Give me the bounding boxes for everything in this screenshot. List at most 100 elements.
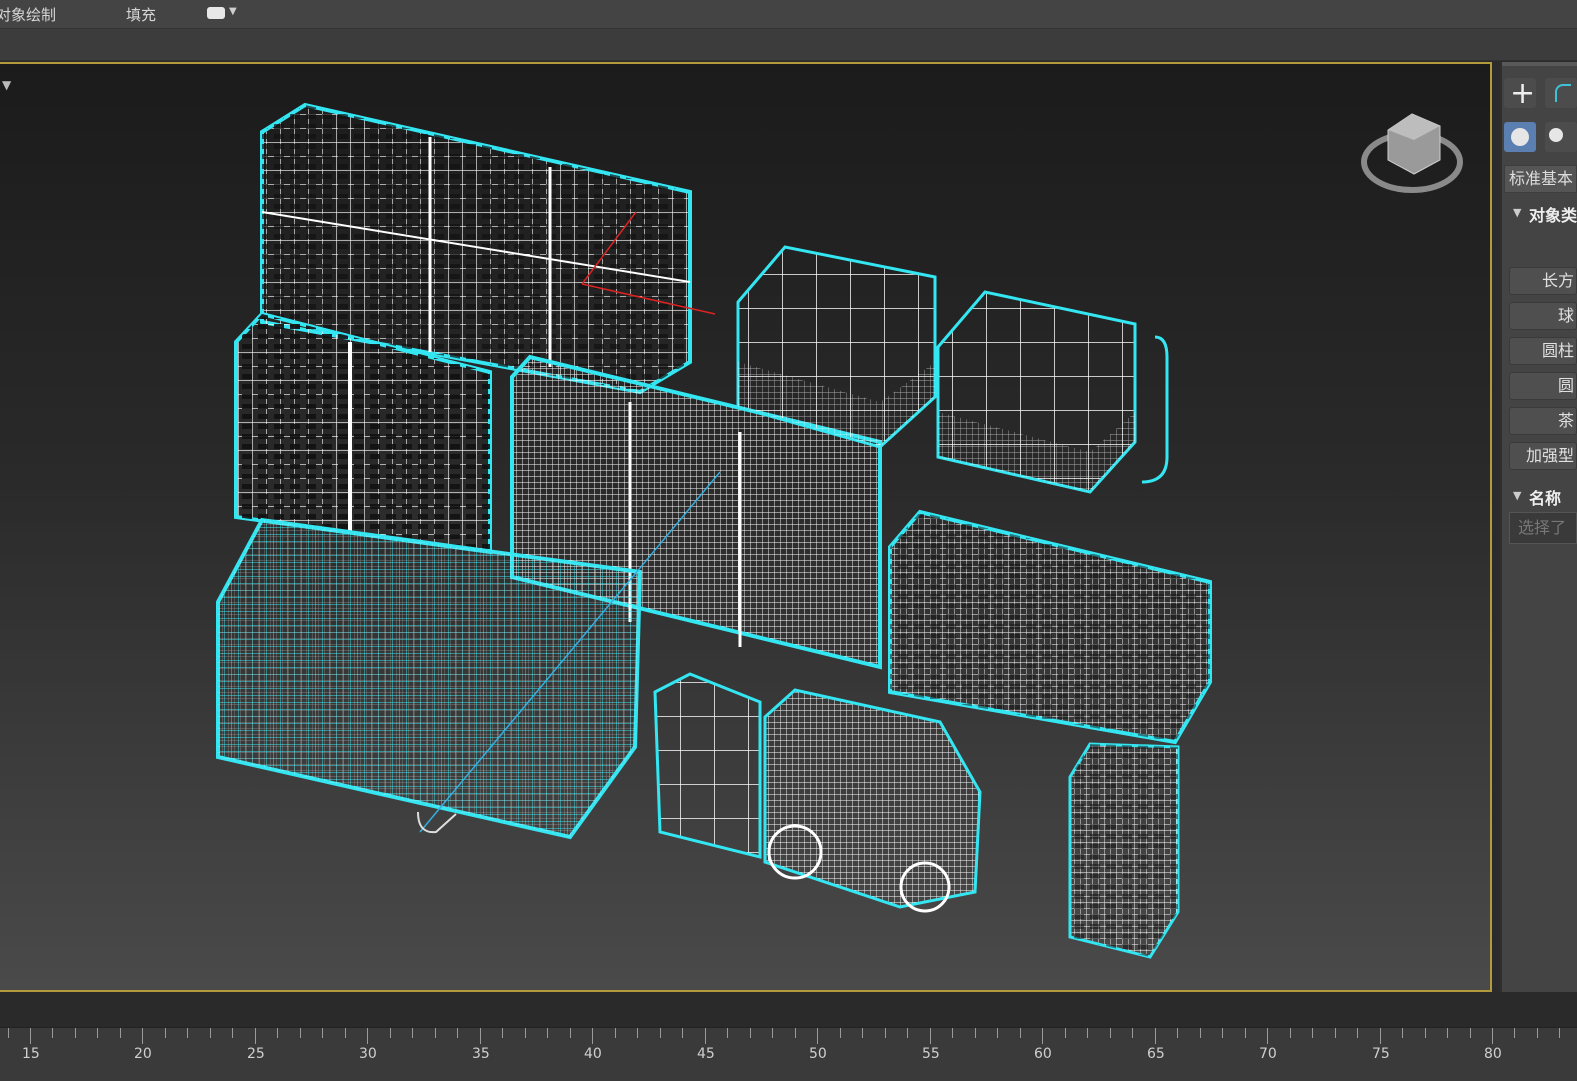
modify-tab[interactable] xyxy=(1545,78,1577,108)
collapse-arrow-icon[interactable]: ▼ xyxy=(1513,206,1521,219)
timeline-tick xyxy=(1312,1028,1313,1038)
plus-icon: + xyxy=(1510,76,1536,111)
timeline-tick xyxy=(435,1028,436,1038)
timeline-tick xyxy=(997,1028,998,1038)
timeline-tick xyxy=(930,1028,931,1044)
timeline-tick xyxy=(210,1028,211,1038)
timeline-ruler[interactable]: 15 20 25 30 35 40 45 50 55 60 65 70 75 80 xyxy=(0,1027,1577,1081)
timeline-tick xyxy=(570,1028,571,1038)
box-button[interactable]: 长方 xyxy=(1509,267,1577,295)
view-cube-icon[interactable] xyxy=(1361,113,1463,193)
timeline-tick xyxy=(750,1028,751,1038)
small-rack-wireframe[interactable] xyxy=(1068,742,1180,959)
timeline-tick xyxy=(615,1028,616,1038)
timeline-tick xyxy=(165,1028,166,1038)
name-section-title[interactable]: 名称 xyxy=(1529,485,1561,509)
timeline-tick xyxy=(142,1028,143,1044)
timeline-tick xyxy=(1267,1028,1268,1044)
timeline-tick xyxy=(727,1028,728,1038)
timeline-tick xyxy=(705,1028,706,1044)
timeline-tick xyxy=(480,1028,481,1044)
sphere-button[interactable]: 球 xyxy=(1509,302,1577,330)
timeline-tick xyxy=(255,1028,256,1044)
name-input[interactable]: 选择了 xyxy=(1509,512,1577,544)
right-container-wireframe[interactable] xyxy=(888,509,1212,745)
top-menu-bar: 对象绘制 填充 ▼ xyxy=(0,0,1577,29)
object-paint-tab[interactable]: 对象绘制 xyxy=(0,4,56,25)
timeline-tick xyxy=(1042,1028,1043,1044)
timeline-tick xyxy=(525,1028,526,1038)
timeline-tick-label: 70 xyxy=(1259,1046,1277,1062)
timeline-tick xyxy=(345,1028,346,1038)
timeline-tick xyxy=(1335,1028,1336,1038)
forklift-wireframe[interactable] xyxy=(653,672,982,913)
timeline-tick xyxy=(592,1028,593,1044)
timeline-tick xyxy=(907,1028,908,1038)
timeline-tick xyxy=(660,1028,661,1038)
timeline-tick xyxy=(187,1028,188,1038)
timeline-tick xyxy=(232,1028,233,1038)
collapse-arrow-icon[interactable]: ▼ xyxy=(1513,489,1521,502)
timeline-tick xyxy=(1020,1028,1021,1038)
timeline-tick xyxy=(30,1028,31,1044)
timeline-tick xyxy=(817,1028,818,1044)
timeline-tick-label: 20 xyxy=(134,1046,152,1062)
timeline-tick xyxy=(1200,1028,1201,1038)
timeline-tick-label: 65 xyxy=(1147,1046,1165,1062)
timeline-tick xyxy=(885,1028,886,1038)
timeline-tick xyxy=(322,1028,323,1038)
ribbon-strip xyxy=(0,29,1577,61)
timeline-tick xyxy=(840,1028,841,1038)
timeline-tick xyxy=(772,1028,773,1038)
timeline-tick xyxy=(1110,1028,1111,1038)
timeline-tick xyxy=(1492,1028,1493,1044)
timeline-tick xyxy=(682,1028,683,1038)
plane-button[interactable]: 加强型 xyxy=(1509,442,1577,470)
timeline-tick xyxy=(1537,1028,1538,1038)
pallet-cage-2-wireframe[interactable] xyxy=(936,290,1169,494)
timeline-tick-label: 15 xyxy=(22,1046,40,1062)
sphere-icon xyxy=(1511,128,1529,146)
shapes-button[interactable] xyxy=(1545,122,1577,152)
timeline-tick xyxy=(75,1028,76,1038)
timeline-tick xyxy=(1177,1028,1178,1038)
timeline-tick xyxy=(97,1028,98,1038)
torus-button[interactable]: 圆 xyxy=(1509,372,1577,400)
timeline-tick xyxy=(547,1028,548,1038)
timeline-tick xyxy=(1559,1028,1560,1038)
timeline-tick xyxy=(975,1028,976,1038)
timeline-tick-label: 40 xyxy=(584,1046,602,1062)
timeline-tick xyxy=(1425,1028,1426,1038)
timeline-tick xyxy=(1087,1028,1088,1038)
timeline-slider-track[interactable] xyxy=(0,993,1577,1027)
timeline-tick xyxy=(1447,1028,1448,1038)
timeline-tick xyxy=(1065,1028,1066,1038)
primitive-type-dropdown[interactable]: 标准基本 xyxy=(1504,165,1577,193)
timeline-tick xyxy=(120,1028,121,1038)
timeline-tick xyxy=(390,1028,391,1038)
timeline-tick-label: 80 xyxy=(1484,1046,1502,1062)
timeline-tick xyxy=(502,1028,503,1038)
chevron-down-icon[interactable]: ▼ xyxy=(229,6,237,17)
fill-tab[interactable]: 填充 xyxy=(126,4,156,25)
modify-icon xyxy=(1555,84,1571,102)
teapot-button[interactable]: 茶 xyxy=(1509,407,1577,435)
object-type-section-title[interactable]: 对象类 xyxy=(1529,202,1577,226)
wireframe-scene xyxy=(216,102,1463,959)
display-options-icon[interactable] xyxy=(207,7,225,19)
geometry-button[interactable] xyxy=(1504,122,1536,152)
cylinder-button[interactable]: 圆柱 xyxy=(1509,337,1577,365)
timeline-tick xyxy=(795,1028,796,1038)
timeline-tick-label: 25 xyxy=(247,1046,265,1062)
timeline-tick xyxy=(52,1028,53,1038)
timeline-tick xyxy=(952,1028,953,1038)
timeline-tick xyxy=(862,1028,863,1038)
timeline-tick xyxy=(457,1028,458,1038)
timeline-tick-label: 35 xyxy=(472,1046,490,1062)
timeline-tick xyxy=(277,1028,278,1038)
create-tab[interactable]: + xyxy=(1504,76,1536,111)
timeline-tick xyxy=(1514,1028,1515,1038)
perspective-viewport[interactable]: ▼ xyxy=(0,62,1492,992)
timeline-tick xyxy=(367,1028,368,1044)
timeline-tick xyxy=(1222,1028,1223,1038)
